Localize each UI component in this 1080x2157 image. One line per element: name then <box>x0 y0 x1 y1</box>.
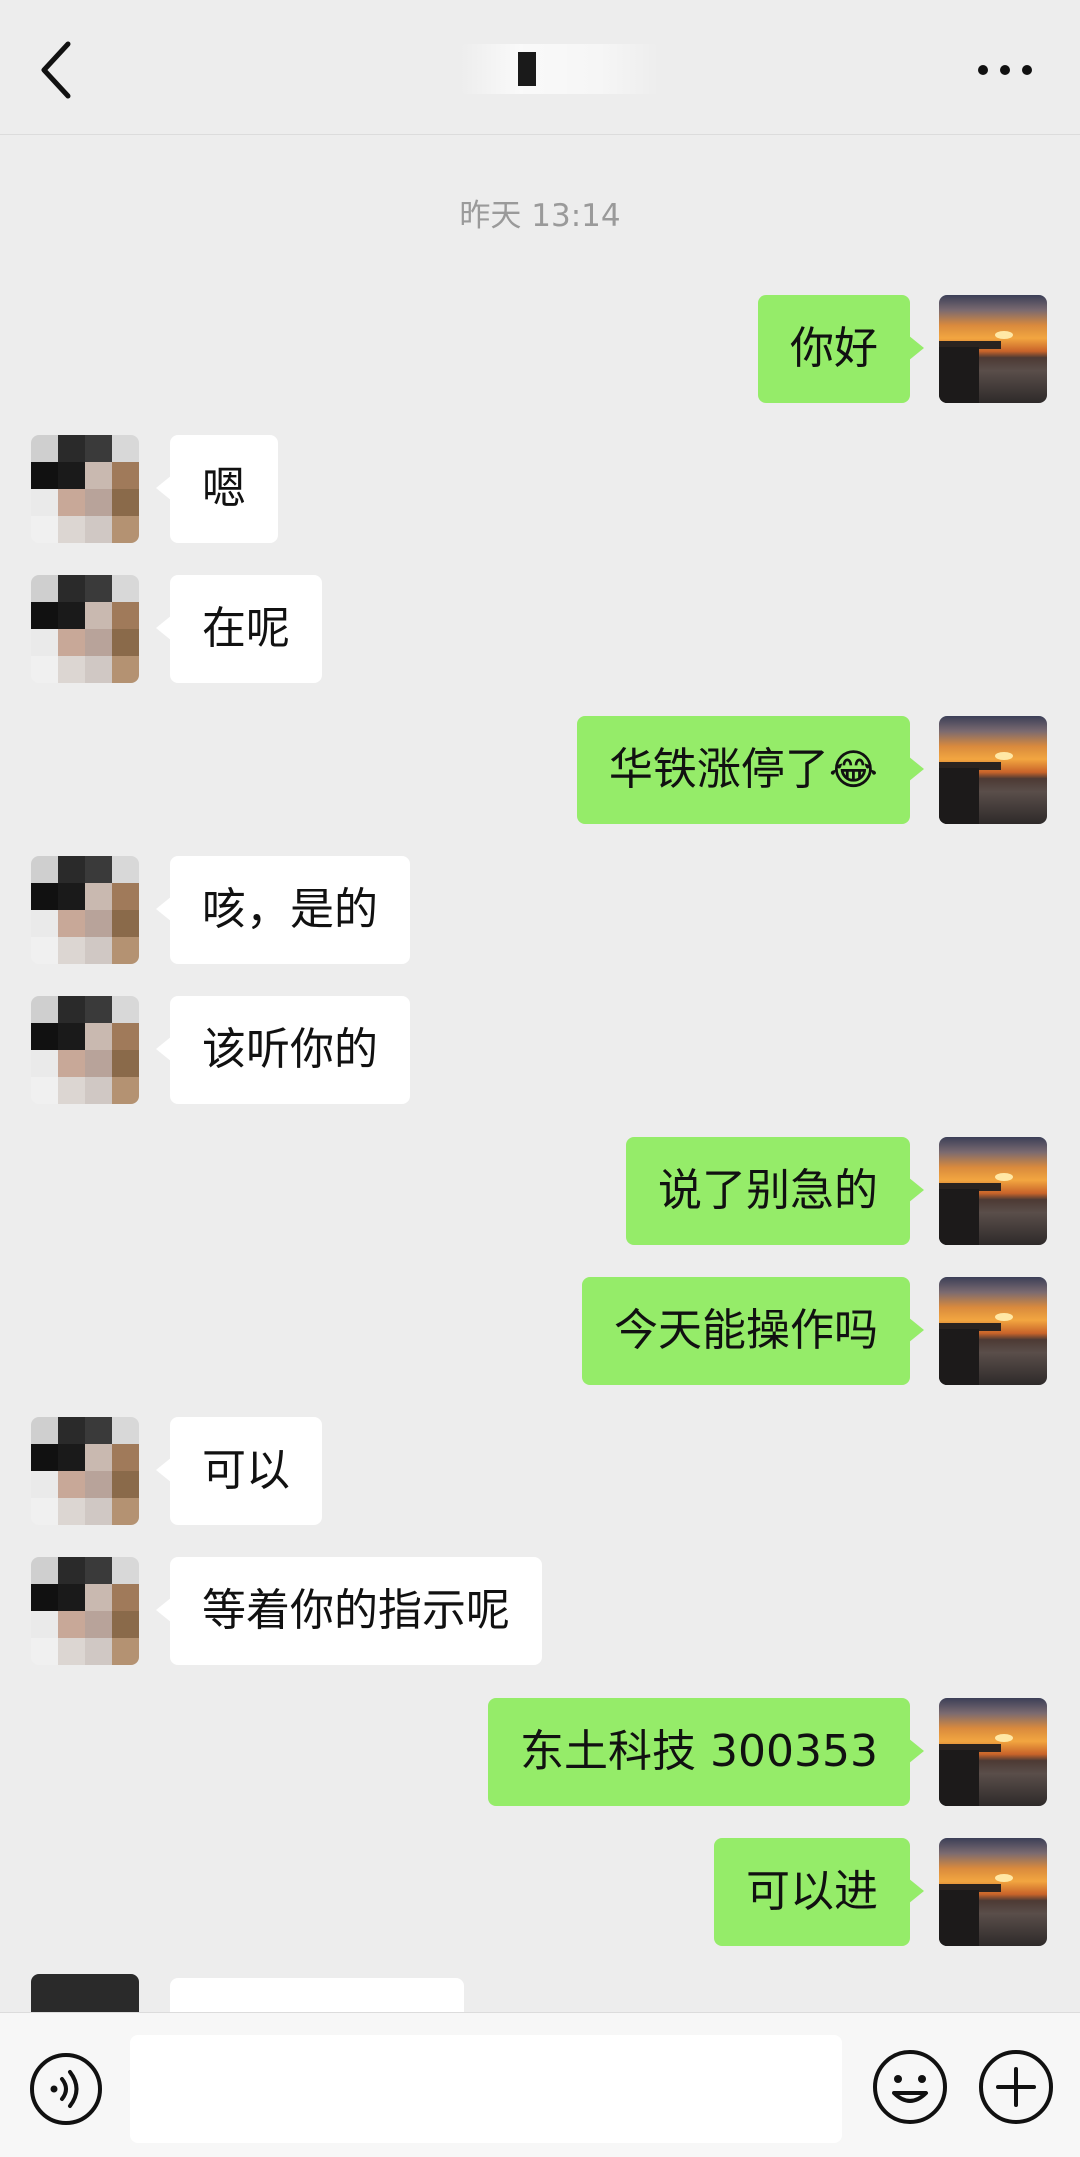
sent-message-bubble[interactable]: 说了别急的 <box>626 1137 924 1245</box>
message-row: 在呢 <box>0 575 1080 685</box>
message-row: 该听你的 <box>0 996 1080 1106</box>
contact-avatar[interactable] <box>31 575 139 683</box>
message-row: 你好 <box>0 295 1080 405</box>
received-message-bubble[interactable]: 等着你的指示呢 <box>156 1557 542 1665</box>
my-avatar[interactable] <box>939 1838 1047 1946</box>
contact-avatar[interactable] <box>31 856 139 964</box>
message-text: 华铁涨停了 <box>608 744 829 795</box>
message-row: 华铁涨停了😂 <box>0 716 1080 826</box>
message-row: 咳，是的 <box>0 856 1080 966</box>
sent-message-bubble[interactable]: 今天能操作吗 <box>582 1277 924 1385</box>
chevron-left-icon[interactable] <box>30 30 90 110</box>
plus-circle-icon[interactable] <box>976 2047 1056 2127</box>
contact-avatar[interactable] <box>31 1557 139 1665</box>
message-row: 可以 <box>0 1417 1080 1527</box>
timestamp: 昨天 13:14 <box>459 198 621 234</box>
contact-avatar[interactable] <box>31 435 139 543</box>
sent-message-bubble[interactable]: 华铁涨停了😂 <box>576 716 925 824</box>
message-row: 说了别急的 <box>0 1137 1080 1247</box>
message-row: 等着你的指示呢 <box>0 1557 1080 1667</box>
contact-avatar[interactable] <box>31 1974 139 2012</box>
more-horizontal-icon[interactable] <box>960 40 1050 100</box>
emoji-icon[interactable] <box>870 2047 950 2127</box>
laughing-crying-emoji-icon: 😂 <box>828 745 878 794</box>
message-row: 东土科技 300353 <box>0 1698 1080 1808</box>
chat-header <box>0 0 1080 135</box>
contact-avatar[interactable] <box>31 1417 139 1525</box>
message-row: 可以进 <box>0 1838 1080 1948</box>
input-toolbar <box>0 2012 1080 2157</box>
contact-avatar[interactable] <box>31 996 139 1104</box>
my-avatar[interactable] <box>939 716 1047 824</box>
received-message-bubble[interactable]: 咳，是的 <box>156 856 410 964</box>
chat-title <box>460 38 660 98</box>
my-avatar[interactable] <box>939 1137 1047 1245</box>
message-input[interactable] <box>130 2035 842 2143</box>
sent-message-bubble[interactable]: 东土科技 300353 <box>488 1698 924 1806</box>
received-message-bubble[interactable]: 在呢 <box>156 575 322 683</box>
message-row: 今天能操作吗 <box>0 1277 1080 1387</box>
message-row: 嗯 <box>0 435 1080 545</box>
sent-message-bubble[interactable]: 可以进 <box>714 1838 924 1946</box>
received-message-bubble[interactable]: 该听你的 <box>156 996 410 1104</box>
my-avatar[interactable] <box>939 295 1047 403</box>
sent-message-bubble[interactable]: 你好 <box>758 295 924 403</box>
received-message-bubble[interactable] <box>170 1978 464 2012</box>
my-avatar[interactable] <box>939 1698 1047 1806</box>
my-avatar[interactable] <box>939 1277 1047 1385</box>
received-message-bubble[interactable]: 可以 <box>156 1417 322 1525</box>
voice-icon[interactable] <box>28 2051 104 2127</box>
partial-message-row <box>0 1974 1080 2012</box>
received-message-bubble[interactable]: 嗯 <box>156 435 278 543</box>
